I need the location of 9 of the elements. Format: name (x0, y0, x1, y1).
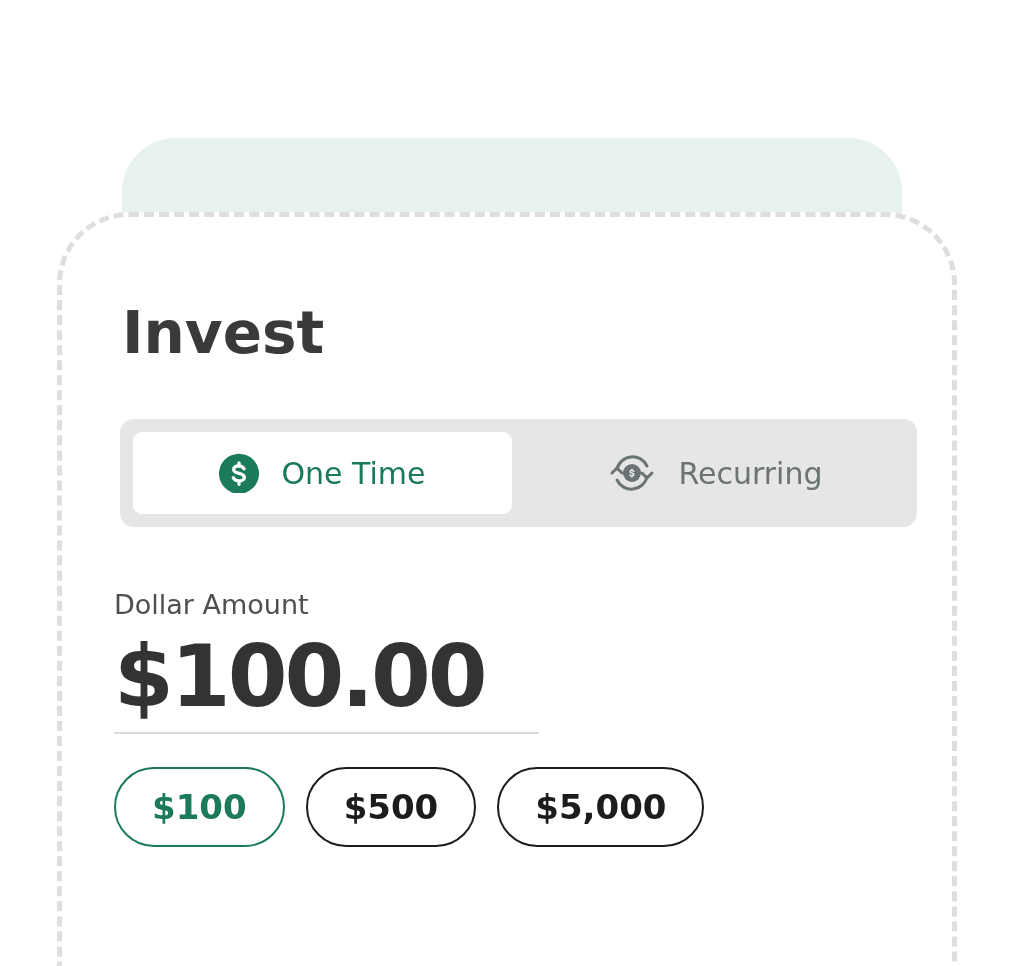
page-title: Invest (121, 298, 325, 367)
amount-preset-chip[interactable]: $5,000 (497, 767, 705, 847)
segment-tab[interactable]: Recurring (525, 432, 904, 514)
amount-preset-chip[interactable]: $500 (305, 767, 477, 847)
amount-field[interactable]: $100.00 (114, 626, 539, 734)
field-label: Dollar Amount (114, 589, 309, 620)
dollar-coin-icon (219, 453, 260, 493)
segment-tab[interactable]: One Time (133, 432, 512, 514)
amount-preset-chip[interactable]: $100 (114, 767, 285, 847)
